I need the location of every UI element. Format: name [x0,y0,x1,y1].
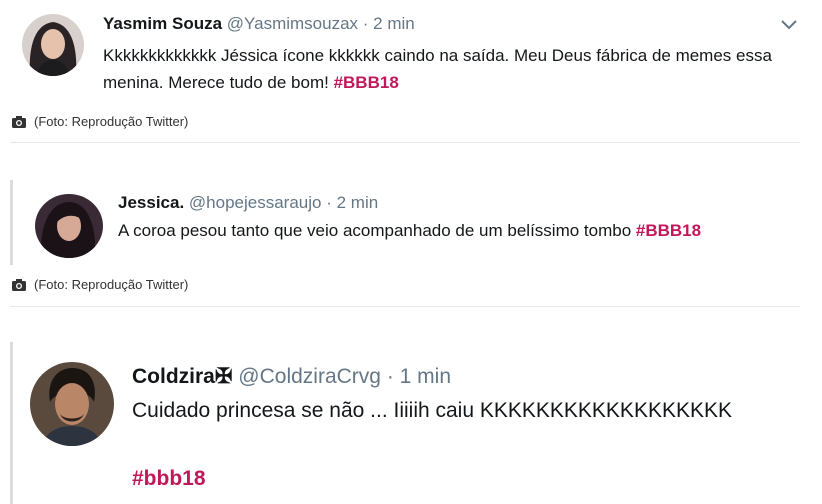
divider [10,306,800,307]
user-name[interactable]: Yasmim Souza [103,14,222,33]
hashtag-link[interactable]: #BBB18 [334,73,399,92]
avatar[interactable] [22,14,84,76]
user-handle[interactable]: @Yasmimsouzax [227,14,358,33]
tweet-text: Cuidado princesa se não ... Iiiiih caiu … [132,399,732,422]
hashtag-link[interactable]: #BBB18 [636,221,701,240]
user-handle[interactable]: @hopejessaraujo [189,193,322,212]
avatar[interactable] [35,194,103,258]
user-name[interactable]: Coldzira✠ [132,365,232,388]
tweet-header: Jessica. @hopejessaraujo · 2 min [118,193,378,213]
photo-caption: (Foto: Reprodução Twitter) [12,277,188,292]
avatar[interactable] [30,362,114,446]
tweet-text: A coroa pesou tanto que veio acompanhado… [118,221,702,240]
tweet-time[interactable]: · 2 min [363,14,415,33]
quote-bar [10,180,13,265]
chevron-down-icon[interactable] [780,18,798,37]
tweet-header: Coldzira✠ @ColdziraCrvg · 1 min [132,364,451,389]
camera-icon [12,116,26,128]
camera-icon [12,279,26,291]
tweet-text: Kkkkkkkkkkkkk Jéssica ícone kkkkkk caind… [103,46,772,92]
tweet-time[interactable]: · 2 min [326,193,378,212]
user-name[interactable]: Jessica. [118,193,184,212]
hashtag-link[interactable]: #bbb18 [132,467,206,491]
user-handle[interactable]: @ColdziraCrvg [238,365,381,388]
tweet-time[interactable]: · 1 min [387,365,451,388]
divider [10,142,800,143]
quote-bar [10,342,13,504]
photo-caption: (Foto: Reprodução Twitter) [12,114,188,129]
tweet-header: Yasmim Souza @Yasmimsouzax · 2 min [103,14,415,34]
